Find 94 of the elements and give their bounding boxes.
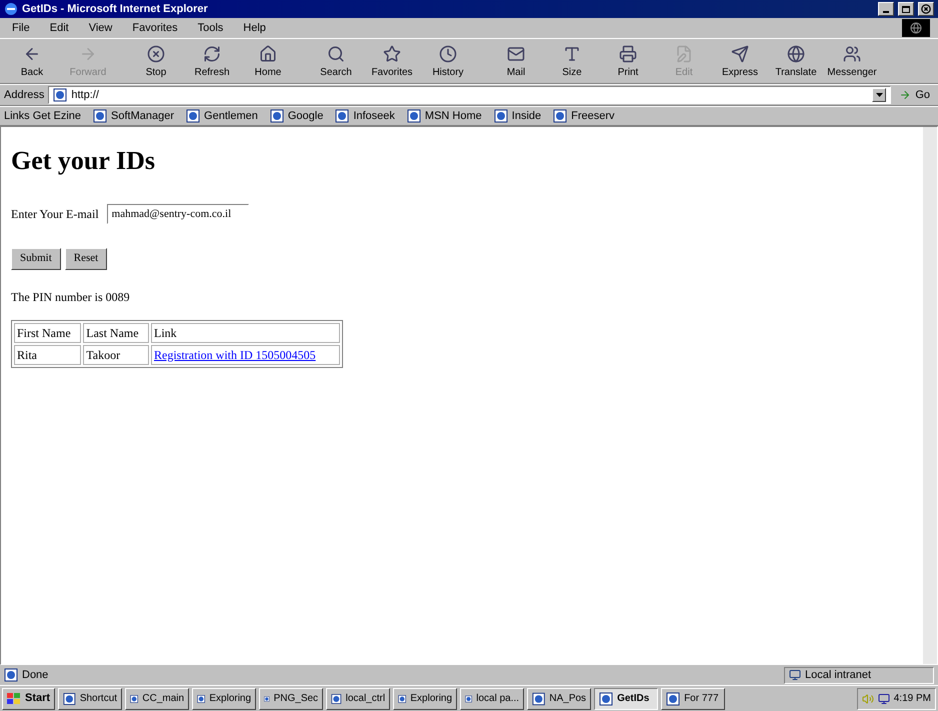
link-item[interactable]: Infoseek [335,108,395,124]
menu-item[interactable]: View [84,20,116,36]
address-label: Address [4,88,44,103]
toolbar-button[interactable]: Stop [128,41,184,83]
maximize-button[interactable] [898,2,914,16]
toolbar-button[interactable]: History [420,41,476,83]
zone-panel: Local intranet [784,666,934,684]
links-label: Links Get Ezine [4,108,82,124]
go-arrow-icon [899,89,912,101]
monitor-icon [878,692,890,704]
form-button[interactable]: Reset [64,248,108,270]
close-button[interactable] [918,2,934,16]
start-button[interactable]: Start [2,688,56,710]
font-size-icon [563,44,581,62]
speaker-icon [862,692,874,704]
taskbar-button[interactable]: NA_Pos [527,688,592,710]
link-item[interactable]: SoftManager [93,108,174,124]
taskbar-button[interactable]: local_ctrl [326,688,390,710]
toolbar-button[interactable]: Search [308,41,364,83]
printer-icon [619,44,637,62]
computer-icon [789,669,801,681]
page-icon [666,692,680,706]
menu-item[interactable]: Tools [194,20,228,36]
menu-item[interactable]: Favorites [128,20,182,36]
globe-icon [787,44,805,62]
page-icon [494,109,508,123]
clock-icon [439,44,457,62]
status-text: Done [22,668,50,683]
taskbar-button[interactable]: For 777 [661,688,726,710]
link-item[interactable]: Gentlemen [186,108,258,124]
link-item[interactable]: Google [270,108,324,124]
page-icon [553,109,568,123]
ie-logo [902,19,930,37]
page-icon [532,692,546,706]
edit-icon [675,44,693,62]
clock-text: 4:19 PM [894,692,931,706]
people-icon [843,44,861,62]
windows-logo-icon [7,692,21,704]
menu-item[interactable]: Help [239,20,270,36]
toolbar-button[interactable]: Messenger [824,41,880,83]
send-icon [731,44,749,62]
taskbar-button[interactable]: Exploring [192,688,256,710]
toolbar-button[interactable]: Translate [768,41,824,83]
taskbar-button[interactable]: GetIDs [594,688,658,710]
minimize-button[interactable] [878,2,894,16]
menu-item[interactable]: Edit [46,20,73,36]
email-label: Enter Your E-mail [11,206,99,222]
page-icon [270,109,284,123]
toolbar-button[interactable]: Size [544,41,600,83]
toolbar-button[interactable]: Print [600,41,656,83]
link-item[interactable]: MSN Home [406,108,482,124]
app-icon [4,2,18,16]
page-heading: Get your IDs [11,145,155,177]
window-title: GetIDs - Microsoft Internet Explorer [22,2,209,17]
scrollbar[interactable] [923,127,937,664]
link-item[interactable]: Freeserv [553,108,615,124]
page-icon [186,109,200,123]
page-icon [63,692,76,706]
refresh-icon [203,44,221,62]
taskbar-button[interactable]: Exploring [393,688,458,710]
form-button[interactable]: Submit [11,248,61,270]
page-icon [4,668,18,682]
toolbar-button[interactable]: Favorites [364,41,420,83]
toolbar-button[interactable]: Home [240,41,296,83]
page-icon [331,692,342,706]
column-header: Last Name [83,322,149,342]
stop-icon [147,44,165,62]
menu-item[interactable]: File [8,20,34,36]
toolbar-button[interactable]: Mail [488,41,544,83]
taskbar-button[interactable]: CC_main [125,688,190,710]
page-icon [93,109,108,123]
pin-text: The PIN number is 0089 [11,288,130,306]
taskbar-button[interactable]: PNG_Sec [259,688,324,710]
email-field[interactable]: mahmad@sentry-com.co.il [106,204,249,224]
address-field[interactable]: http:// [48,86,892,104]
mail-icon [507,44,525,62]
home-icon [259,44,277,62]
link-item[interactable]: Inside [494,108,542,124]
star-icon [383,44,401,62]
toolbar-button[interactable]: Refresh [184,41,240,83]
toolbar-button[interactable]: Express [712,41,768,83]
table-cell: Takoor [86,348,120,362]
toolbar-button[interactable]: Back [4,41,60,83]
column-header: First Name [14,322,82,342]
page-icon [406,109,421,123]
taskbar-button[interactable]: local pa... [460,688,524,710]
page-icon [335,109,350,123]
search-icon [327,44,345,62]
go-button[interactable]: Go [895,86,934,104]
page-icon [599,692,614,706]
table-cell: Rita [17,348,37,362]
column-header: Link [151,322,340,342]
taskbar-button[interactable]: Shortcut [58,688,122,710]
page-icon [53,88,68,102]
